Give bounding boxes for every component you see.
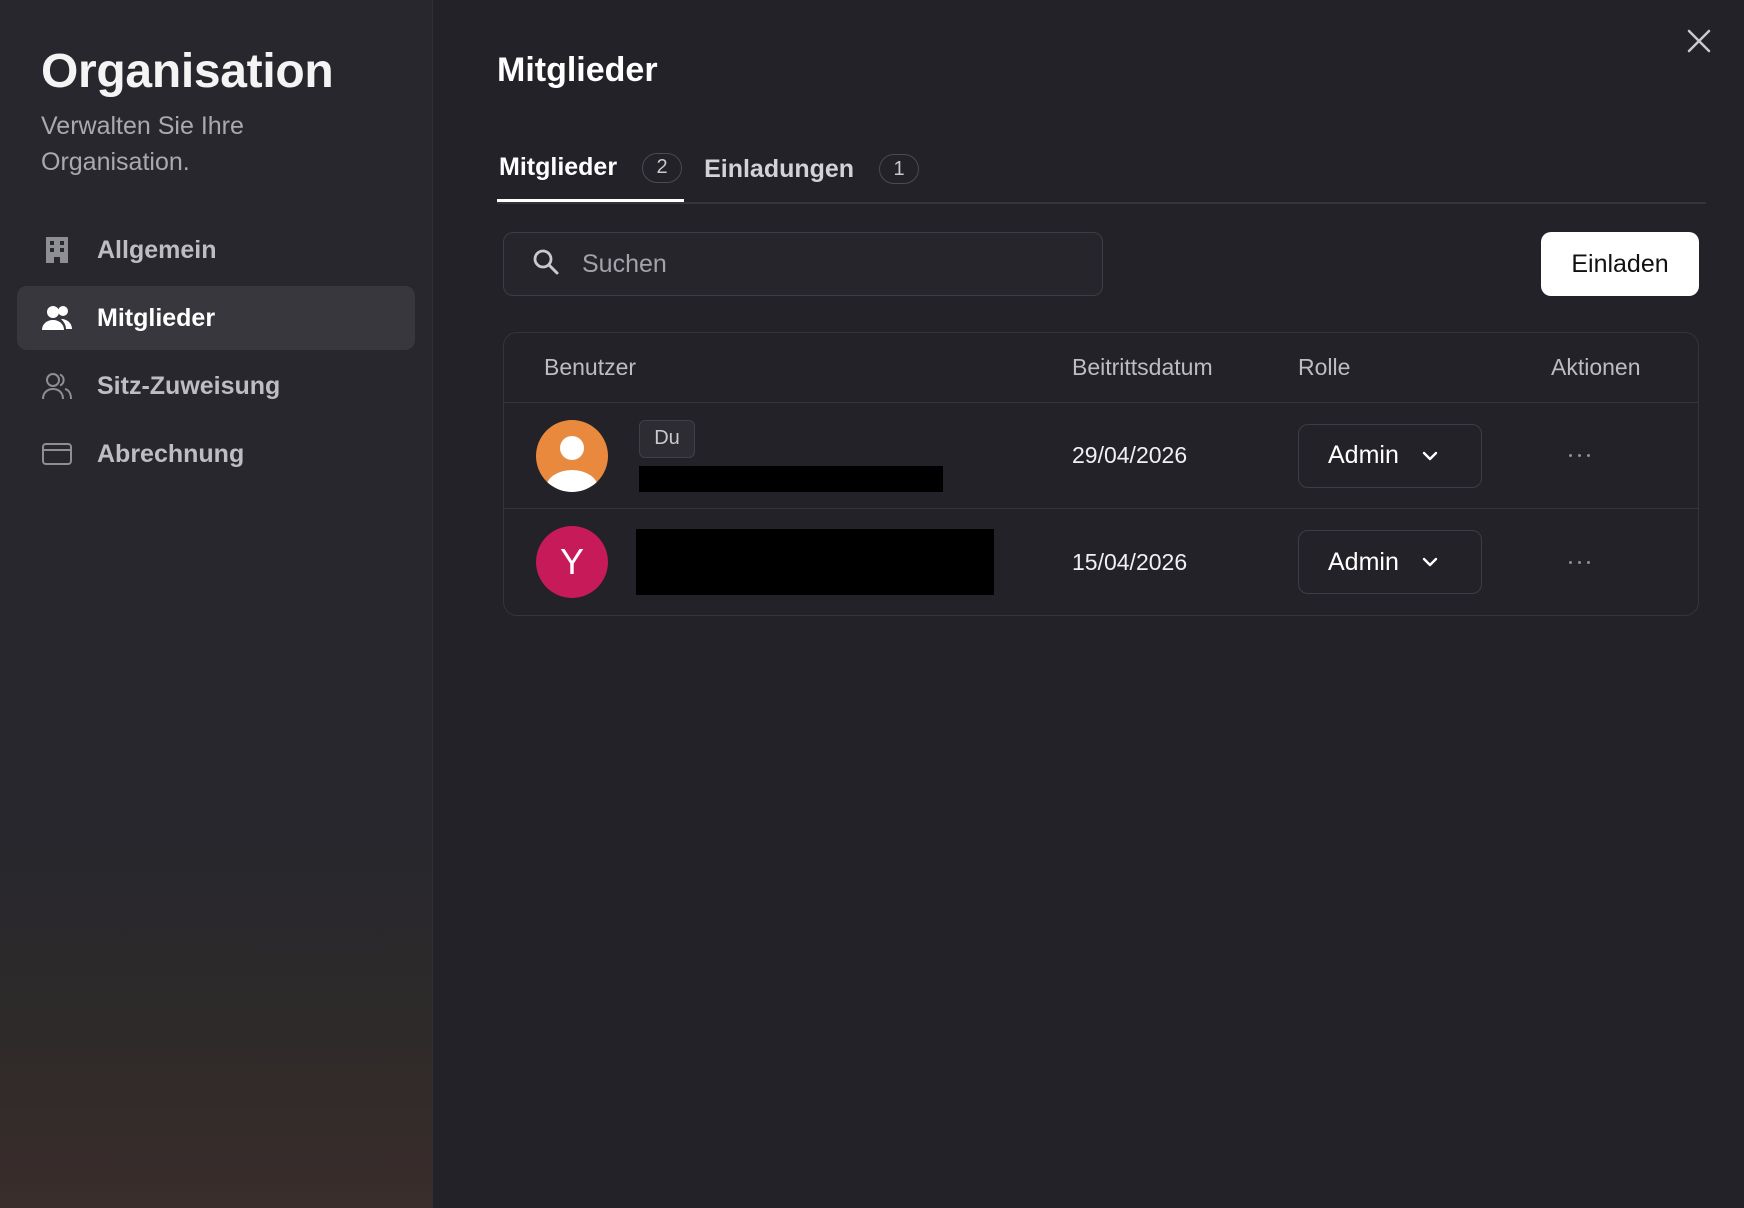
- sidebar-item-label: Abrechnung: [97, 439, 245, 468]
- users-outline-icon: [41, 370, 73, 402]
- tab-bar: Mitglieder 2 Einladungen 1: [497, 136, 1706, 204]
- dot: [1577, 454, 1581, 457]
- user-info: [636, 529, 994, 595]
- sidebar: Organisation Verwalten Sie Ihre Organisa…: [0, 0, 433, 1208]
- sidebar-item-sitz-zuweisung[interactable]: Sitz-Zuweisung: [17, 354, 415, 418]
- role-dropdown[interactable]: Admin: [1298, 530, 1482, 594]
- sidebar-item-allgemein[interactable]: Allgemein: [17, 218, 415, 282]
- credit-card-icon: [41, 438, 73, 470]
- close-icon: [1686, 28, 1712, 59]
- avatar: [536, 419, 608, 492]
- role-cell: Admin: [1298, 530, 1551, 594]
- dot: [1586, 454, 1590, 457]
- tab-count-badge: 2: [642, 152, 683, 183]
- toolbar: Einladen: [497, 232, 1699, 296]
- table-row: Du 29/04/2026 Admin: [504, 403, 1698, 509]
- chevron-down-icon: [1421, 450, 1439, 462]
- dot: [1586, 560, 1590, 564]
- main-content: Mitglieder Mitglieder 2 Einladungen 1 Su…: [433, 0, 1744, 1208]
- users-filled-icon: [41, 302, 73, 334]
- tab-mitglieder[interactable]: Mitglieder 2: [497, 136, 685, 202]
- dot: [1577, 560, 1581, 564]
- more-actions-button[interactable]: [1559, 550, 1599, 574]
- sidebar-item-label: Mitglieder: [97, 303, 216, 332]
- actions-cell: [1551, 550, 1697, 574]
- sidebar-item-label: Sitz-Zuweisung: [97, 371, 281, 400]
- header-user: Benutzer: [544, 354, 637, 380]
- close-button[interactable]: [1684, 28, 1714, 58]
- page-title: Mitglieder: [497, 51, 658, 89]
- join-date: 15/04/2026: [1072, 548, 1188, 575]
- organisation-settings: Organisation Verwalten Sie Ihre Organisa…: [0, 0, 1744, 1208]
- person-avatar-icon: [546, 435, 598, 492]
- header-join-date: Beitrittsdatum: [1072, 354, 1213, 380]
- search-box[interactable]: [503, 232, 1103, 296]
- header-role: Rolle: [1298, 354, 1351, 380]
- role-dropdown[interactable]: Admin: [1298, 423, 1482, 488]
- role-value: Admin: [1328, 547, 1399, 576]
- join-date: 29/04/2026: [1072, 442, 1188, 468]
- user-cell: Du: [504, 419, 1072, 492]
- more-actions-button[interactable]: [1559, 444, 1599, 468]
- sidebar-item-label: Allgemein: [97, 235, 217, 264]
- sidebar-nav: Allgemein Mitglieder Sitz-Zuweisung Abre…: [17, 218, 415, 486]
- table-row: Y 15/04/2026 Admin: [504, 509, 1698, 615]
- avatar: Y: [536, 526, 608, 598]
- building-icon: [41, 234, 73, 266]
- sidebar-item-mitglieder[interactable]: Mitglieder: [17, 286, 415, 350]
- table-header: Benutzer Beitrittsdatum Rolle Aktionen: [504, 333, 1698, 403]
- sidebar-item-abrechnung[interactable]: Abrechnung: [17, 422, 415, 486]
- redacted-user-name: [636, 529, 994, 595]
- you-badge: Du: [639, 419, 695, 458]
- chevron-down-icon: [1421, 556, 1439, 568]
- actions-cell: [1551, 444, 1697, 468]
- sidebar-subtitle: Verwalten Sie Ihre Organisation.: [41, 112, 244, 176]
- header-actions: Aktionen: [1551, 354, 1641, 380]
- tab-label: Einladungen: [704, 154, 855, 183]
- dot: [1568, 454, 1572, 457]
- search-icon: [532, 248, 560, 281]
- search-input[interactable]: [582, 249, 1062, 279]
- role-value: Admin: [1328, 441, 1399, 469]
- dot: [1568, 560, 1572, 564]
- tab-einladungen[interactable]: Einladungen 1: [702, 136, 921, 202]
- members-table: Benutzer Beitrittsdatum Rolle Aktionen D…: [503, 332, 1699, 616]
- tab-label: Mitglieder: [499, 153, 618, 181]
- redacted-user-name: [639, 465, 943, 492]
- role-cell: Admin: [1298, 423, 1551, 488]
- sidebar-title: Organisation: [41, 45, 334, 98]
- tab-count-badge: 1: [879, 154, 920, 184]
- user-info: Du: [639, 419, 943, 492]
- invite-button[interactable]: Einladen: [1541, 232, 1699, 296]
- user-cell: Y: [504, 526, 1072, 598]
